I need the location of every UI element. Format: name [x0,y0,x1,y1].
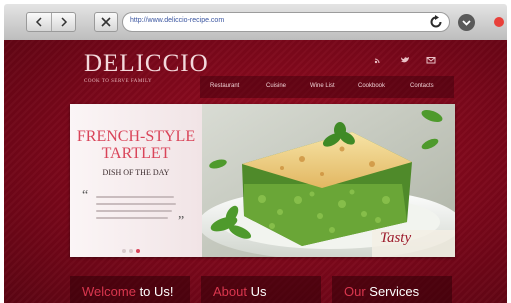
about-box[interactable]: About Us [201,276,321,303]
site-logo[interactable]: DELICCIO [84,50,209,78]
hero-subtitle: DISH OF THE DAY [102,168,170,177]
back-button[interactable] [27,13,52,31]
hero-title: FRENCH-STYLE TARTLET [70,128,202,162]
hero-text-panel: FRENCH-STYLE TARTLET DISH OF THE DAY “ ” [70,104,202,257]
close-tab-button[interactable] [94,12,118,32]
quote-text-line [96,196,174,198]
slider-dot[interactable] [129,249,133,253]
chevron-right-icon [61,17,68,27]
quote-text-line [96,210,172,212]
site-nav: Restaurant Cuisine Wine List Cookbook Co… [200,76,454,98]
browser-toolbar: http://www.deliccio-recipe.com [4,4,507,40]
welcome-box-title-rest: to Us! [135,284,174,299]
twitter-icon[interactable] [400,56,410,64]
site-tagline: COOK TO SERVE FAMILY [84,79,153,84]
hero-title-line-2: TARTLET [101,145,171,162]
nav-item-contacts[interactable]: Contacts [410,83,434,89]
history-nav-group [26,12,76,32]
close-icon [101,17,111,27]
quote-text-line [96,203,176,205]
record-indicator[interactable] [494,17,504,27]
mail-icon[interactable] [426,56,436,64]
reload-icon [430,15,442,28]
quote-close-mark: ” [178,214,185,229]
welcome-box-title[interactable]: Welcome to Us! [82,284,174,299]
chevron-down-icon [462,20,471,26]
welcome-box-title-accent: Welcome [82,284,136,299]
services-box[interactable]: Our Services [332,276,452,303]
rss-icon[interactable] [374,56,384,64]
forward-button[interactable] [52,13,76,31]
dish-photo [202,104,455,257]
nav-item-wine-list[interactable]: Wine List [310,83,335,89]
slider-dot[interactable] [122,249,126,253]
about-box-title-accent: About [213,284,247,299]
address-bar[interactable]: http://www.deliccio-recipe.com [122,12,450,32]
hero-title-line-1: FRENCH-STYLE [76,128,196,145]
nav-item-cookbook[interactable]: Cookbook [358,83,385,89]
services-box-title[interactable]: Our Services [344,284,419,299]
slider-dot-active[interactable] [136,249,140,253]
nav-item-cuisine[interactable]: Cuisine [266,83,286,89]
welcome-box[interactable]: Welcome to Us! [70,276,190,303]
quote-text-line [96,217,168,219]
quote-open-mark: “ [82,188,89,203]
url-text[interactable]: http://www.deliccio-recipe.com [130,17,224,24]
services-box-title-rest: Services [365,284,420,299]
reload-button[interactable] [428,14,444,30]
website-page: DELICCIO COOK TO SERVE FAMILY Restaurant… [4,40,507,303]
services-box-title-accent: Our [344,284,366,299]
nav-item-restaurant[interactable]: Restaurant [210,83,239,89]
about-box-title[interactable]: About Us [213,284,266,299]
about-box-title-rest: Us [246,284,267,299]
menu-button[interactable] [458,14,475,31]
chevron-left-icon [35,17,42,27]
tasty-signature: Tasty [380,230,412,246]
